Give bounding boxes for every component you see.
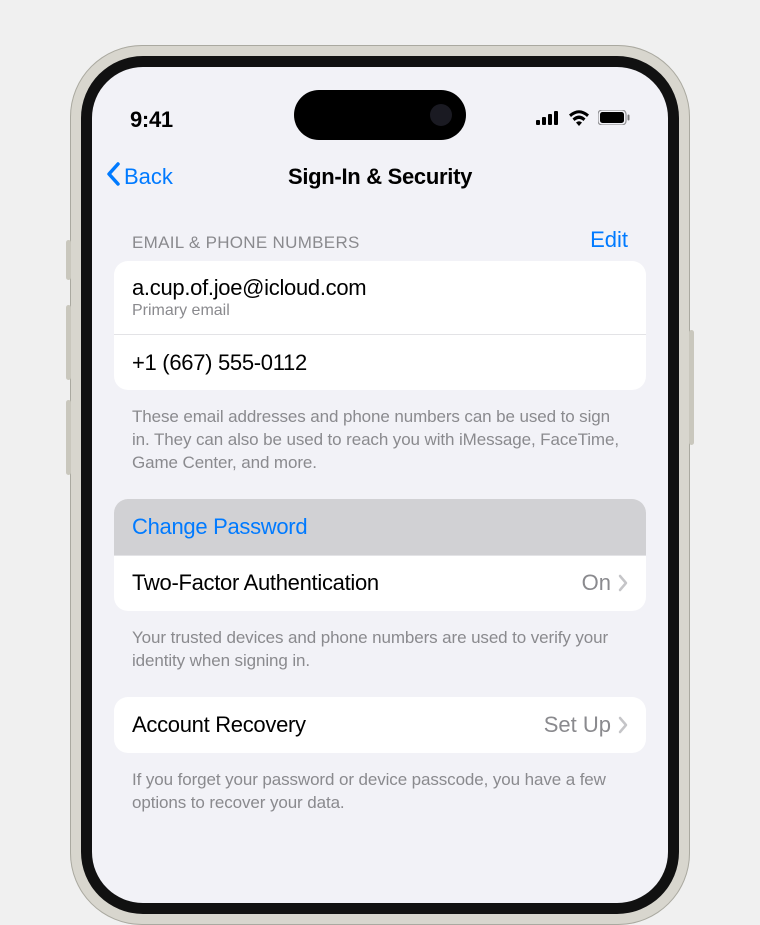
navigation-bar: Back Sign-In & Security: [92, 149, 668, 205]
row-email[interactable]: a.cup.of.joe@icloud.com Primary email: [114, 261, 646, 334]
side-button: [66, 400, 71, 475]
section-footer-security: Your trusted devices and phone numbers a…: [114, 621, 646, 697]
section-label: EMAIL & PHONE NUMBERS: [132, 233, 360, 253]
row-change-password[interactable]: Change Password: [114, 499, 646, 555]
page-title: Sign-In & Security: [288, 164, 472, 190]
section-footer-recovery: If you forget your password or device pa…: [114, 763, 646, 839]
battery-icon: [598, 110, 630, 130]
chevron-right-icon: [618, 716, 628, 734]
row-two-factor[interactable]: Two-Factor Authentication On: [114, 555, 646, 611]
chevron-right-icon: [618, 574, 628, 592]
two-factor-value: On: [582, 570, 611, 596]
email-subtitle: Primary email: [132, 302, 366, 320]
group-contacts: a.cup.of.joe@icloud.com Primary email +1…: [114, 261, 646, 390]
row-account-recovery[interactable]: Account Recovery Set Up: [114, 697, 646, 753]
group-security: Change Password Two-Factor Authenticatio…: [114, 499, 646, 611]
back-label: Back: [124, 164, 173, 190]
screen: 9:41 Bac: [92, 67, 668, 903]
row-phone[interactable]: +1 (667) 555-0112: [114, 334, 646, 390]
email-value: a.cup.of.joe@icloud.com: [132, 275, 366, 301]
two-factor-label: Two-Factor Authentication: [132, 570, 379, 596]
section-header-contacts: EMAIL & PHONE NUMBERS Edit: [114, 205, 646, 261]
status-time: 9:41: [130, 107, 173, 133]
chevron-left-icon: [106, 162, 121, 192]
phone-value: +1 (667) 555-0112: [132, 350, 307, 376]
section-footer-contacts: These email addresses and phone numbers …: [114, 400, 646, 499]
side-button: [66, 240, 71, 280]
change-password-label: Change Password: [132, 514, 307, 540]
wifi-icon: [568, 110, 590, 131]
back-button[interactable]: Back: [106, 162, 173, 192]
side-button: [66, 305, 71, 380]
account-recovery-value: Set Up: [544, 712, 611, 738]
cellular-icon: [536, 110, 560, 130]
phone-frame: 9:41 Bac: [70, 45, 690, 925]
group-recovery: Account Recovery Set Up: [114, 697, 646, 753]
status-icons: [536, 110, 630, 131]
edit-button[interactable]: Edit: [590, 227, 628, 253]
account-recovery-label: Account Recovery: [132, 712, 306, 738]
side-button: [689, 330, 694, 445]
dynamic-island: [294, 90, 466, 140]
